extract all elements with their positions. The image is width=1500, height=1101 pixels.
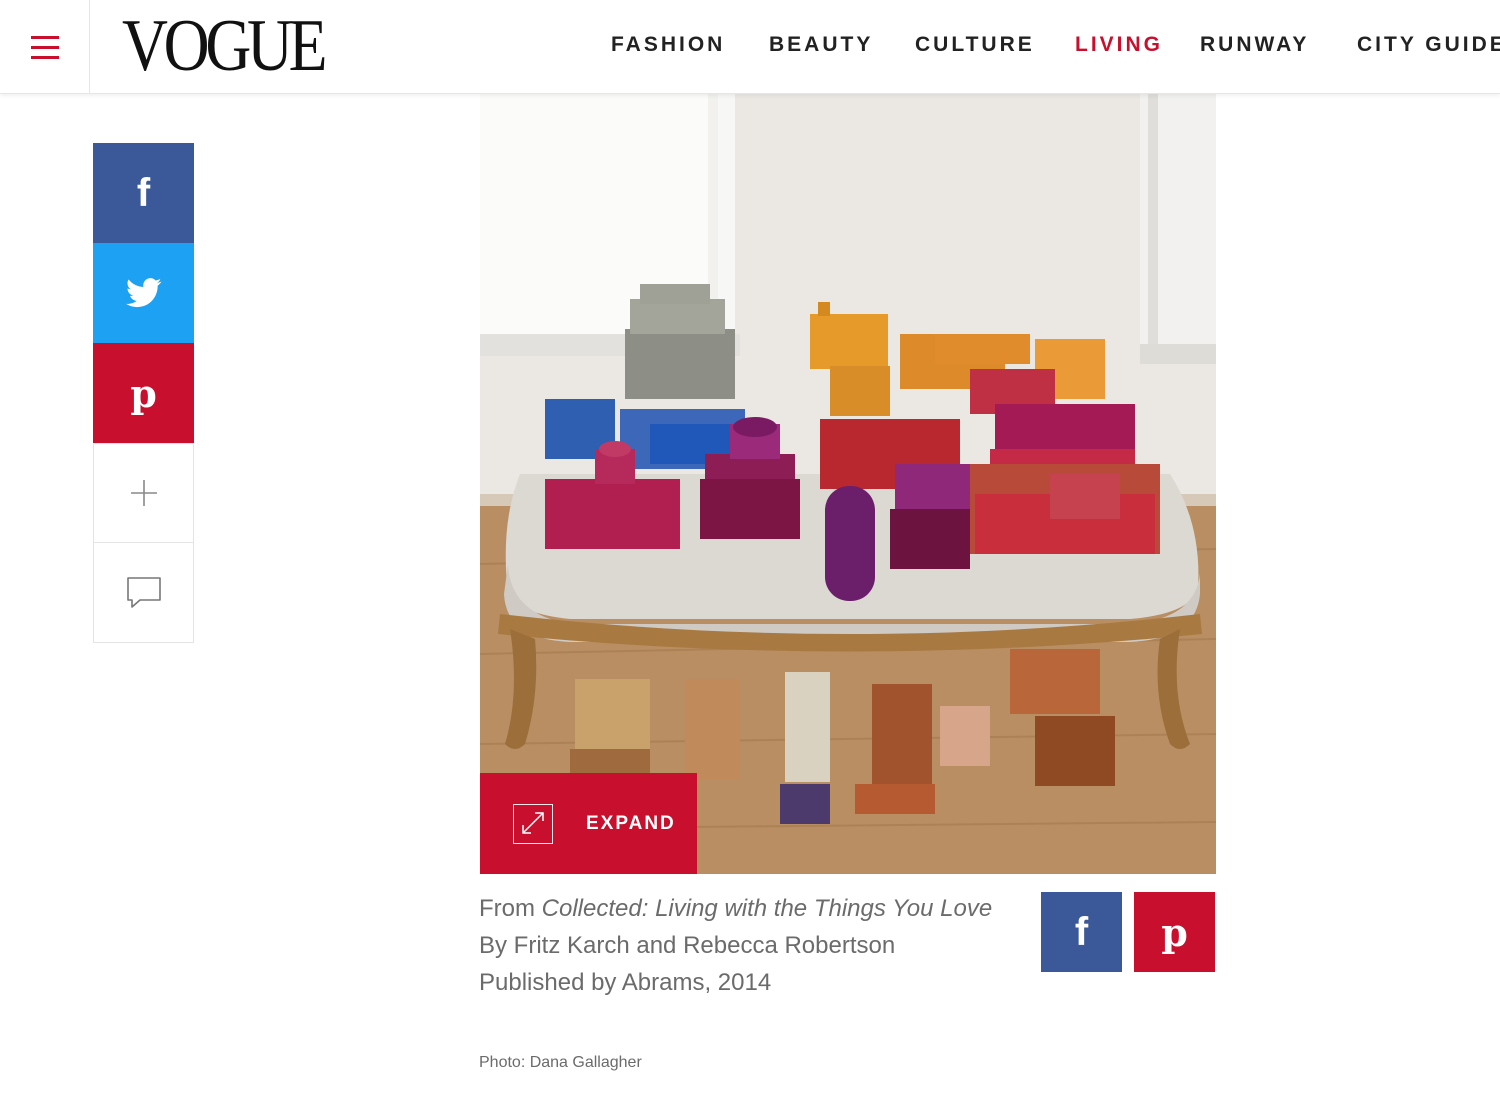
expand-label: EXPAND [586, 812, 676, 834]
expand-icon [513, 803, 553, 844]
comment-icon [126, 576, 161, 608]
pinterest-icon: p [1161, 909, 1188, 955]
site-header: VOGUE FASHION BEAUTY CULTURE LIVING RUNW… [0, 0, 1500, 94]
share-more-button[interactable] [93, 443, 194, 543]
book-title: Collected: Living with the Things You Lo… [541, 895, 993, 922]
facebook-icon: f [136, 170, 151, 215]
velvet-boxes-illustration [480, 94, 1216, 874]
caption-share-pinterest-button[interactable]: p [1134, 892, 1215, 972]
main-nav: FASHION BEAUTY CULTURE LIVING RUNWAY CIT… [0, 0, 1500, 94]
article-photo[interactable] [480, 94, 1216, 874]
caption-share-facebook-button[interactable]: f [1041, 892, 1122, 972]
caption-prefix: From [479, 895, 542, 922]
caption-source: From Collected: Living with the Things Y… [479, 890, 999, 927]
facebook-icon: f [1074, 909, 1089, 954]
share-rail: f p [93, 143, 194, 643]
nav-city-guide[interactable]: CITY GUIDE [1357, 33, 1500, 57]
photo-credit: Photo: Dana Gallagher [479, 1054, 642, 1071]
nav-runway[interactable]: RUNWAY [1200, 33, 1309, 57]
pinterest-icon: p [130, 370, 157, 416]
comments-button[interactable] [93, 543, 194, 643]
twitter-icon [125, 278, 161, 308]
nav-culture[interactable]: CULTURE [915, 33, 1035, 57]
caption-publisher: Published by Abrams, 2014 [479, 969, 772, 996]
share-facebook-button[interactable]: f [93, 143, 194, 243]
plus-icon [130, 480, 157, 506]
caption-authors: By Fritz Karch and Rebecca Robertson [479, 932, 896, 959]
share-pinterest-button[interactable]: p [93, 343, 194, 443]
share-twitter-button[interactable] [93, 243, 194, 343]
nav-fashion[interactable]: FASHION [611, 33, 725, 57]
expand-button[interactable]: EXPAND [480, 773, 697, 874]
nav-beauty[interactable]: BEAUTY [769, 33, 873, 57]
nav-living[interactable]: LIVING [1075, 33, 1163, 57]
photo-caption: From Collected: Living with the Things Y… [479, 890, 999, 1001]
